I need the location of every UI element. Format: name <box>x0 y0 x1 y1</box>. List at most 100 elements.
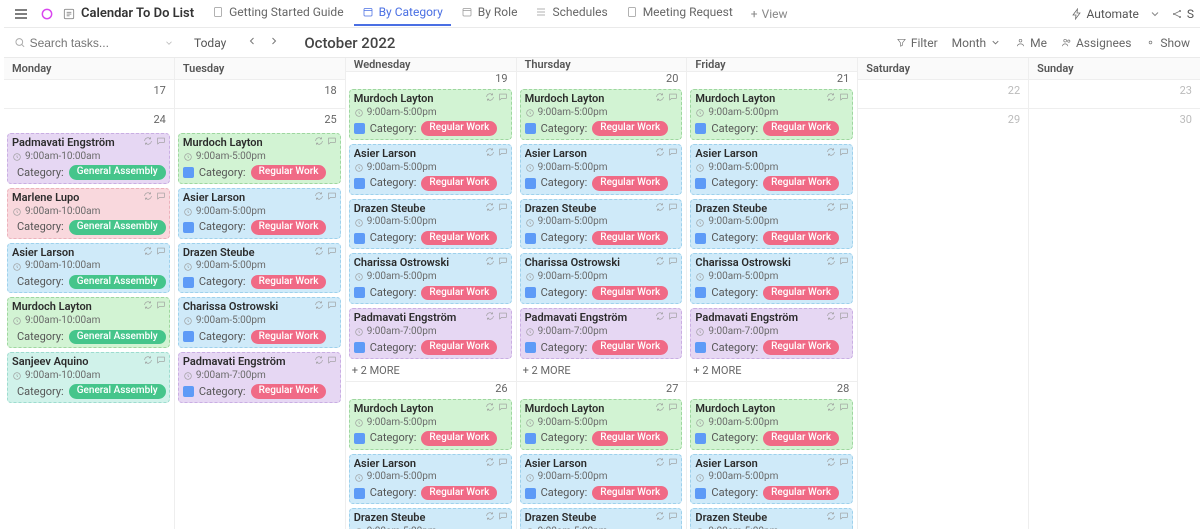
automate-dropdown[interactable] <box>1149 8 1161 20</box>
date-cell[interactable]: 17 <box>4 80 174 102</box>
category-tag[interactable]: Regular Work <box>763 340 839 355</box>
category-tag[interactable]: Regular Work <box>763 176 839 191</box>
search-input[interactable] <box>30 36 154 50</box>
calendar-event[interactable]: Padmavati Engström 9:00am-7:00pm Categor… <box>520 308 683 359</box>
category-tag[interactable]: Regular Work <box>592 340 668 355</box>
category-tag[interactable]: Regular Work <box>592 231 668 246</box>
date-cell[interactable]: 19 <box>346 72 516 86</box>
calendar-event[interactable]: Murdoch Layton 9:00am-5:00pm Category: R… <box>690 89 853 140</box>
calendar-event[interactable]: Murdoch Layton 9:00am-5:00pm Category: R… <box>349 89 512 140</box>
category-tag[interactable]: Regular Work <box>763 231 839 246</box>
calendar-event[interactable]: Asier Larson 9:00am-10:00am Category: Ge… <box>7 243 170 294</box>
calendar-event[interactable]: Drazen Steube 9:00am-5:00pm Category: Re… <box>349 199 512 250</box>
category-tag[interactable]: Regular Work <box>763 431 839 446</box>
more-events-button[interactable]: + 2 MORE <box>687 362 857 381</box>
category-tag[interactable]: Regular Work <box>251 165 327 180</box>
date-cell[interactable]: 30 <box>1029 108 1200 130</box>
category-tag[interactable]: General Assembly <box>69 275 166 290</box>
chevron-down-icon[interactable] <box>164 38 174 48</box>
calendar-event[interactable]: Murdoch Layton 9:00am-5:00pm Category: R… <box>349 399 512 450</box>
more-events-button[interactable]: + 2 MORE <box>517 362 687 381</box>
date-cell[interactable]: 22 <box>858 80 1028 102</box>
calendar-event[interactable]: Charissa Ostrowski 9:00am-5:00pm Categor… <box>349 253 512 304</box>
list-title-wrap[interactable]: Calendar To Do List <box>62 6 194 21</box>
calendar-event[interactable]: Asier Larson 9:00am-5:00pm Category: Reg… <box>520 144 683 195</box>
date-cell[interactable]: 26 <box>346 381 516 396</box>
category-tag[interactable]: General Assembly <box>69 220 166 235</box>
hamburger-menu[interactable] <box>10 3 32 25</box>
calendar-event[interactable]: Padmavati Engström 9:00am-7:00pm Categor… <box>349 308 512 359</box>
share-button[interactable]: S <box>1171 7 1194 21</box>
category-tag[interactable]: Regular Work <box>421 231 497 246</box>
category-tag[interactable]: General Assembly <box>69 384 166 399</box>
add-view-button[interactable]: + View <box>743 5 796 23</box>
category-tag[interactable]: Regular Work <box>592 176 668 191</box>
category-tag[interactable]: Regular Work <box>251 384 327 399</box>
date-cell[interactable]: 20 <box>517 72 687 86</box>
category-tag[interactable]: Regular Work <box>251 330 327 345</box>
prev-button[interactable] <box>246 35 258 50</box>
date-cell[interactable]: 27 <box>517 381 687 396</box>
calendar-event[interactable]: Padmavati Engström 9:00am-7:00pm Categor… <box>178 352 341 403</box>
show-button[interactable]: Show <box>1145 36 1190 50</box>
date-cell[interactable]: 18 <box>175 80 345 102</box>
calendar-event[interactable]: Asier Larson 9:00am-5:00pm Category: Reg… <box>690 454 853 505</box>
date-cell[interactable]: 23 <box>1029 80 1200 102</box>
calendar-event[interactable]: Asier Larson 9:00am-5:00pm Category: Reg… <box>520 454 683 505</box>
calendar-event[interactable]: Charissa Ostrowski 9:00am-5:00pm Categor… <box>178 297 341 348</box>
category-tag[interactable]: General Assembly <box>69 330 166 345</box>
tab-meeting-request[interactable]: Meeting Request <box>618 1 741 26</box>
calendar-event[interactable]: Drazen Steube 9:00am-5:00pm Category: Re… <box>520 508 683 529</box>
calendar-event[interactable]: Asier Larson 9:00am-5:00pm Category: Reg… <box>349 454 512 505</box>
calendar-event[interactable]: Murdoch Layton 9:00am-5:00pm Category: R… <box>178 133 341 184</box>
calendar-event[interactable]: Asier Larson 9:00am-5:00pm Category: Reg… <box>349 144 512 195</box>
calendar-event[interactable]: Drazen Steube 9:00am-5:00pm Category: Re… <box>690 508 853 529</box>
calendar-event[interactable]: Drazen Steube 9:00am-5:00pm Category: Re… <box>349 508 512 529</box>
category-tag[interactable]: Regular Work <box>763 486 839 501</box>
calendar-event[interactable]: Murdoch Layton 9:00am-10:00am Category: … <box>7 297 170 348</box>
category-tag[interactable]: Regular Work <box>763 121 839 136</box>
calendar-event[interactable]: Drazen Steube 9:00am-5:00pm Category: Re… <box>178 243 341 294</box>
calendar-event[interactable]: Drazen Steube 9:00am-5:00pm Category: Re… <box>520 199 683 250</box>
more-events-button[interactable]: + 2 MORE <box>346 362 516 381</box>
calendar-event[interactable]: Charissa Ostrowski 9:00am-5:00pm Categor… <box>520 253 683 304</box>
calendar-event[interactable]: Padmavati Engström 9:00am-10:00am Catego… <box>7 133 170 184</box>
category-tag[interactable]: Regular Work <box>592 121 668 136</box>
tab-getting-started[interactable]: Getting Started Guide <box>204 1 351 26</box>
tab-by-role[interactable]: By Role <box>453 1 526 26</box>
category-tag[interactable]: Regular Work <box>421 176 497 191</box>
category-tag[interactable]: Regular Work <box>421 486 497 501</box>
calendar-event[interactable]: Murdoch Layton 9:00am-5:00pm Category: R… <box>520 399 683 450</box>
category-tag[interactable]: Regular Work <box>592 431 668 446</box>
calendar-event[interactable]: Padmavati Engström 9:00am-7:00pm Categor… <box>690 308 853 359</box>
category-tag[interactable]: Regular Work <box>763 286 839 301</box>
timescale-select[interactable]: Month <box>952 36 1001 50</box>
filter-button[interactable]: Filter <box>896 36 938 50</box>
tab-schedules[interactable]: Schedules <box>527 1 615 26</box>
me-toggle[interactable]: Me <box>1015 36 1047 50</box>
calendar-event[interactable]: Charissa Ostrowski 9:00am-5:00pm Categor… <box>690 253 853 304</box>
calendar-event[interactable]: Murdoch Layton 9:00am-5:00pm Category: R… <box>520 89 683 140</box>
assignees-button[interactable]: Assignees <box>1061 36 1131 50</box>
category-tag[interactable]: General Assembly <box>69 165 166 180</box>
next-button[interactable] <box>268 35 280 50</box>
date-cell[interactable]: 24 <box>4 108 174 130</box>
calendar-event[interactable]: Asier Larson 9:00am-5:00pm Category: Reg… <box>178 188 341 239</box>
category-tag[interactable]: Regular Work <box>251 220 327 235</box>
date-cell[interactable]: 21 <box>687 72 857 86</box>
category-tag[interactable]: Regular Work <box>421 340 497 355</box>
category-tag[interactable]: Regular Work <box>421 431 497 446</box>
calendar-event[interactable]: Asier Larson 9:00am-5:00pm Category: Reg… <box>690 144 853 195</box>
search-container[interactable] <box>14 36 154 50</box>
category-tag[interactable]: Regular Work <box>421 121 497 136</box>
calendar-event[interactable]: Drazen Steube 9:00am-5:00pm Category: Re… <box>690 199 853 250</box>
date-cell[interactable]: 28 <box>687 381 857 396</box>
calendar-event[interactable]: Marlene Lupo 9:00am-10:00am Category: Ge… <box>7 188 170 239</box>
category-tag[interactable]: Regular Work <box>592 486 668 501</box>
category-tag[interactable]: Regular Work <box>251 275 327 290</box>
calendar-event[interactable]: Sanjeev Aquino 9:00am-10:00am Category: … <box>7 352 170 403</box>
today-button[interactable]: Today <box>194 36 226 50</box>
tab-by-category[interactable]: By Category <box>354 1 451 26</box>
category-tag[interactable]: Regular Work <box>421 286 497 301</box>
calendar-event[interactable]: Murdoch Layton 9:00am-5:00pm Category: R… <box>690 399 853 450</box>
